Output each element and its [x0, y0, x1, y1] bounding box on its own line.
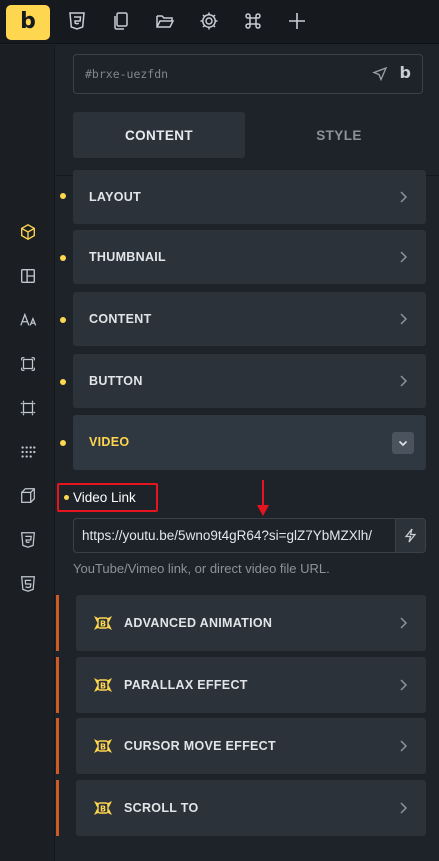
svg-text:B: B: [100, 805, 106, 814]
left-sidebar: [0, 45, 55, 861]
extension-accent-bar: [56, 595, 59, 651]
cursor-pointer-icon[interactable]: [372, 66, 388, 82]
video-link-label-highlight: Video Link: [57, 483, 158, 512]
svg-text:B: B: [100, 620, 106, 629]
extension-cursor-move-effect[interactable]: B CURSOR MOVE EFFECT: [76, 718, 426, 774]
settings-gear-icon[interactable]: [196, 8, 222, 34]
status-dot: [60, 193, 66, 199]
command-key-icon[interactable]: [240, 8, 266, 34]
section-thumbnail[interactable]: THUMBNAIL: [73, 230, 426, 284]
extension-parallax-effect[interactable]: B PARALLAX EFFECT: [76, 657, 426, 713]
section-button[interactable]: BUTTON: [73, 354, 426, 408]
tab-style[interactable]: STYLE: [253, 112, 425, 158]
status-dot: [60, 440, 66, 446]
section-layout[interactable]: LAYOUT: [73, 170, 426, 224]
css3-icon[interactable]: [64, 8, 90, 34]
section-video[interactable]: VIDEO: [73, 415, 426, 470]
css3-icon[interactable]: [17, 529, 39, 551]
status-dot: [64, 495, 69, 500]
copy-icon[interactable]: [108, 8, 134, 34]
cube-icon[interactable]: [17, 221, 39, 243]
extension-accent-bar: [56, 780, 59, 836]
element-id-field[interactable]: #brxe-uezfdn b: [73, 54, 423, 94]
svg-text:B: B: [100, 682, 106, 691]
chevron-right-icon: [400, 679, 408, 691]
sizing-frame-icon[interactable]: [17, 397, 39, 419]
chevron-right-icon: [400, 375, 408, 387]
status-dot: [60, 317, 66, 323]
bricksforge-icon: B: [94, 801, 112, 815]
chevron-right-icon: [400, 251, 408, 263]
annotation-arrow-icon: [257, 480, 269, 516]
extension-label: CURSOR MOVE EFFECT: [124, 739, 276, 753]
extension-label: ADVANCED ANIMATION: [124, 616, 273, 630]
top-toolbar: b: [0, 0, 439, 44]
chevron-right-icon: [400, 802, 408, 814]
section-content[interactable]: CONTENT: [73, 292, 426, 346]
chevron-right-icon: [400, 617, 408, 629]
bricks-b-icon[interactable]: b: [400, 63, 411, 82]
bricksforge-icon: B: [94, 739, 112, 753]
status-dot: [60, 379, 66, 385]
section-label: LAYOUT: [89, 190, 142, 204]
3d-box-icon[interactable]: [17, 485, 39, 507]
spacing-box-icon[interactable]: [17, 353, 39, 375]
video-link-input[interactable]: [74, 519, 395, 552]
section-label: BUTTON: [89, 374, 143, 388]
bricks-logo-button[interactable]: b: [6, 5, 50, 40]
extension-accent-bar: [56, 718, 59, 774]
video-link-input-wrapper: [73, 518, 395, 553]
section-label: VIDEO: [89, 435, 130, 449]
layout-panels-icon[interactable]: [17, 265, 39, 287]
dynamic-data-button[interactable]: [395, 518, 426, 553]
extension-label: PARALLAX EFFECT: [124, 678, 248, 692]
video-link-label: Video Link: [73, 490, 136, 505]
chevron-down-icon[interactable]: [392, 432, 414, 454]
svg-text:B: B: [100, 743, 106, 752]
extension-scroll-to[interactable]: B SCROLL TO: [76, 780, 426, 836]
folder-open-icon[interactable]: [152, 8, 178, 34]
section-label: CONTENT: [89, 312, 152, 326]
bricksforge-icon: B: [94, 678, 112, 692]
typography-icon[interactable]: [17, 309, 39, 331]
plus-icon[interactable]: [284, 8, 310, 34]
bricksforge-icon: B: [94, 616, 112, 630]
extension-label: SCROLL TO: [124, 801, 199, 815]
properties-panel: #brxe-uezfdn b CONTENT STYLE LAYOUT THUM…: [56, 45, 439, 861]
video-link-hint: YouTube/Vimeo link, or direct video file…: [73, 561, 330, 576]
element-id-text: #brxe-uezfdn: [85, 67, 169, 81]
extension-advanced-animation[interactable]: B ADVANCED ANIMATION: [76, 595, 426, 651]
tab-content[interactable]: CONTENT: [73, 112, 245, 158]
html5-icon[interactable]: [17, 573, 39, 595]
chevron-right-icon: [400, 191, 408, 203]
lightning-bolt-icon: [404, 528, 417, 543]
status-dot: [60, 255, 66, 261]
section-label: THUMBNAIL: [89, 250, 166, 264]
chevron-right-icon: [400, 740, 408, 752]
chevron-right-icon: [400, 313, 408, 325]
extension-accent-bar: [56, 657, 59, 713]
grid-dots-icon[interactable]: [17, 441, 39, 463]
